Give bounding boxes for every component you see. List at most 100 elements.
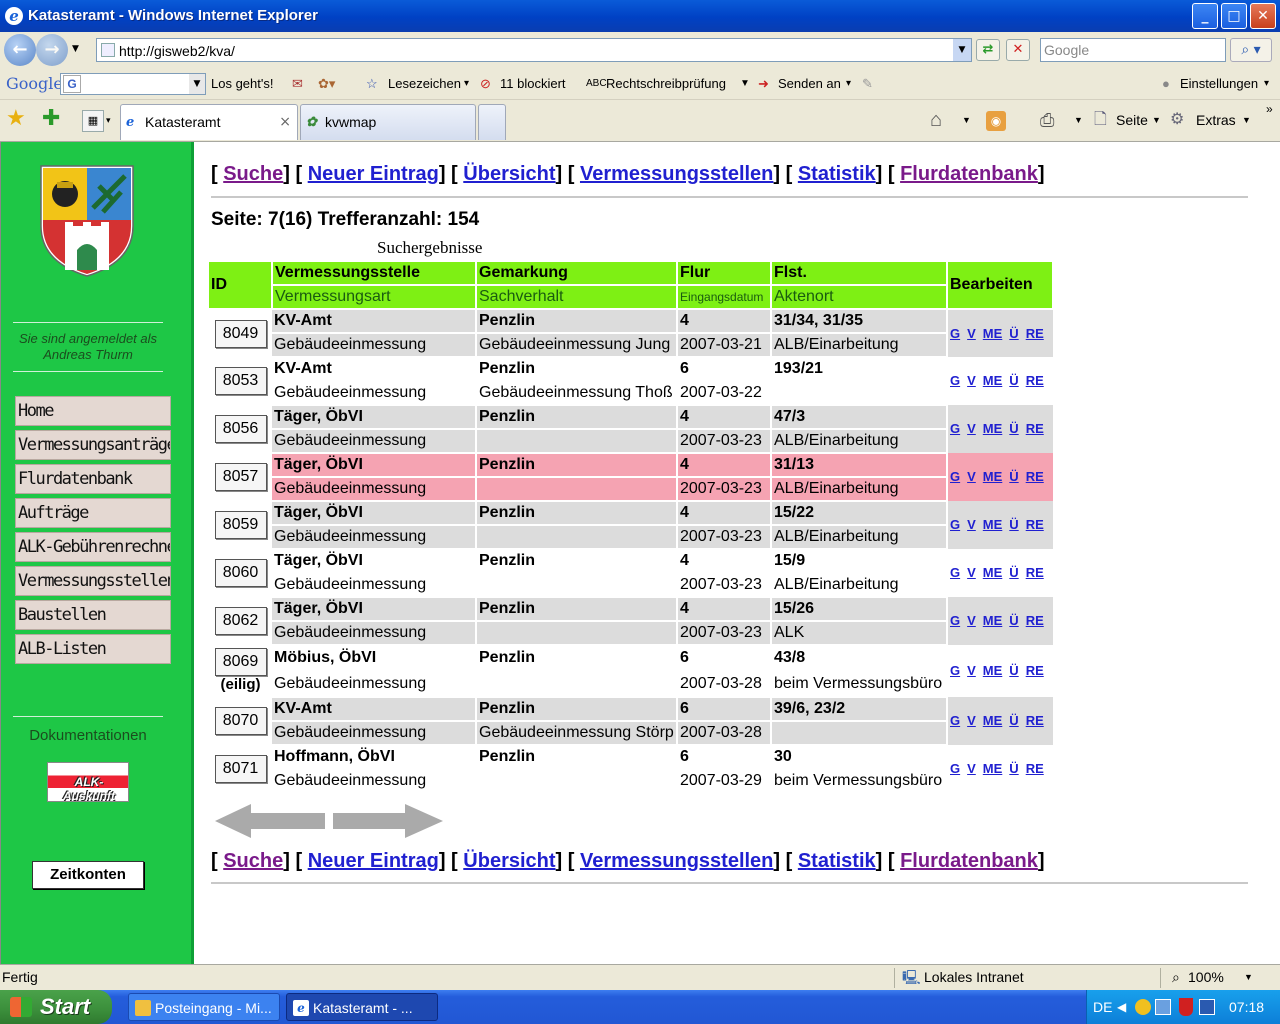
google-search-input[interactable]: G ▼	[60, 73, 206, 95]
edit-link-re[interactable]: RE	[1026, 663, 1044, 678]
spellcheck-dropdown-icon[interactable]: ▼	[740, 76, 750, 92]
news-icon[interactable]: ✉	[292, 76, 303, 92]
nav-flurdatenbank-bottom[interactable]: Flurdatenbank	[900, 850, 1038, 872]
print-dropdown-icon[interactable]: ▼	[1074, 111, 1083, 129]
edit-link-g[interactable]: G	[950, 761, 960, 776]
maximize-button[interactable]: □	[1221, 3, 1247, 29]
edit-link-me[interactable]: ME	[983, 713, 1003, 728]
send-menu[interactable]: Senden an	[778, 76, 841, 92]
edit-link-g[interactable]: G	[950, 713, 960, 728]
edit-link-me[interactable]: ME	[983, 421, 1003, 436]
close-tab-icon[interactable]: ×	[279, 105, 291, 139]
nav-flurdatenbank[interactable]: Flurdatenbank	[900, 163, 1038, 185]
forward-button[interactable]: →	[36, 34, 68, 66]
google-go-button[interactable]: Los geht's!	[211, 76, 273, 92]
edit-link-ue[interactable]: Ü	[1009, 613, 1018, 628]
chevron-right-icon[interactable]: »	[1266, 100, 1273, 118]
record-id-button[interactable]: 8057	[214, 463, 267, 491]
close-button[interactable]: ✕	[1250, 3, 1276, 29]
menu-vermessungsantraege[interactable]: Vermessungsanträge	[15, 430, 171, 460]
history-dropdown-icon[interactable]: ▼	[72, 42, 79, 56]
print-icon[interactable]: ⎙	[1040, 111, 1054, 129]
edit-link-ue[interactable]: Ü	[1009, 517, 1018, 532]
zoom-level[interactable]: 100%	[1188, 965, 1224, 989]
alk-auskunft-logo[interactable]: ALK-Auskunft	[47, 762, 129, 803]
tray-chevron-icon[interactable]: ◀	[1117, 990, 1126, 1024]
nav-suche[interactable]: Suche	[223, 163, 283, 185]
rss-icon[interactable]: ◉	[986, 111, 1006, 131]
monitor-icon[interactable]	[1199, 999, 1215, 1015]
stop-icon[interactable]: ✕	[1006, 39, 1030, 61]
tab-list-dropdown-icon[interactable]: ▾	[106, 114, 111, 128]
edit-link-v[interactable]: V	[967, 517, 976, 532]
edit-link-me[interactable]: ME	[983, 613, 1003, 628]
nav-statistik-bottom[interactable]: Statistik	[798, 850, 876, 872]
edit-link-ue[interactable]: Ü	[1009, 663, 1018, 678]
settings-menu[interactable]: Einstellungen	[1180, 76, 1258, 92]
edit-link-re[interactable]: RE	[1026, 326, 1044, 341]
nav-statistik[interactable]: Statistik	[798, 163, 876, 185]
edit-link-g[interactable]: G	[950, 326, 960, 341]
next-page-arrow-icon[interactable]	[333, 804, 443, 838]
menu-alb-listen[interactable]: ALB-Listen	[15, 634, 171, 664]
edit-link-ue[interactable]: Ü	[1009, 373, 1018, 388]
edit-link-re[interactable]: RE	[1026, 469, 1044, 484]
nav-suche-bottom[interactable]: Suche	[223, 850, 283, 872]
edit-link-re[interactable]: RE	[1026, 565, 1044, 580]
menu-vermessungsstellen[interactable]: Vermessungsstellen	[15, 566, 171, 596]
popup-blocked-count[interactable]: 11 blockiert	[500, 76, 566, 92]
edit-link-g[interactable]: G	[950, 373, 960, 388]
edit-link-v[interactable]: V	[967, 326, 976, 341]
edit-link-re[interactable]: RE	[1026, 421, 1044, 436]
extras-dropdown-icon[interactable]: ▼	[1242, 111, 1251, 129]
menu-flurdatenbank[interactable]: Flurdatenbank	[15, 464, 171, 494]
menu-auftraege[interactable]: Aufträge	[15, 498, 171, 528]
new-tab-button[interactable]	[478, 104, 506, 140]
record-id-button[interactable]: 8071	[214, 755, 267, 783]
language-indicator[interactable]: DE	[1093, 990, 1112, 1024]
puzzle-icon[interactable]: ✿▾	[318, 76, 335, 92]
nav-neuer-eintrag-bottom[interactable]: Neuer Eintrag	[308, 850, 439, 872]
edit-link-me[interactable]: ME	[983, 761, 1003, 776]
menu-home[interactable]: Home	[15, 396, 171, 426]
edit-link-v[interactable]: V	[967, 469, 976, 484]
record-id-button[interactable]: 8062	[214, 607, 267, 635]
menu-alk-gebuehrenrechner[interactable]: ALK-Gebührenrechner	[15, 532, 171, 562]
url-input[interactable]: http://gisweb2/kva/ ▼	[96, 38, 972, 62]
pencil-icon[interactable]: ✎	[862, 76, 873, 92]
search-icon[interactable]: ⌕ ▾	[1230, 38, 1272, 62]
home-dropdown-icon[interactable]: ▼	[962, 111, 971, 129]
extras-menu[interactable]: Extras	[1196, 111, 1236, 129]
bookmarks-dropdown-icon[interactable]: ▾	[464, 76, 469, 92]
edit-link-v[interactable]: V	[967, 713, 976, 728]
edit-link-me[interactable]: ME	[983, 517, 1003, 532]
edit-link-g[interactable]: G	[950, 565, 960, 580]
edit-link-ue[interactable]: Ü	[1009, 326, 1018, 341]
edit-link-ue[interactable]: Ü	[1009, 421, 1018, 436]
edit-link-ue[interactable]: Ü	[1009, 761, 1018, 776]
edit-link-v[interactable]: V	[967, 663, 976, 678]
record-id-button[interactable]: 8056	[214, 415, 267, 443]
taskbar-item-outlook[interactable]: Posteingang - Mi...	[128, 993, 280, 1021]
quick-tabs-icon[interactable]: ▦	[82, 110, 104, 132]
taskbar-item-ie[interactable]: e Katasteramt - ...	[286, 993, 438, 1021]
antivirus-icon[interactable]	[1179, 998, 1193, 1016]
record-id-button[interactable]: 8059	[214, 511, 267, 539]
edit-link-me[interactable]: ME	[983, 326, 1003, 341]
favorites-star-icon[interactable]: ★	[6, 108, 26, 130]
menu-baustellen[interactable]: Baustellen	[15, 600, 171, 630]
edit-link-me[interactable]: ME	[983, 469, 1003, 484]
page-menu[interactable]: Seite	[1116, 111, 1148, 129]
url-dropdown-icon[interactable]: ▼	[953, 39, 971, 61]
home-icon[interactable]: ⌂	[930, 110, 942, 130]
zoom-dropdown-icon[interactable]: ▼	[1244, 965, 1253, 989]
google-dropdown-icon[interactable]: ▼	[189, 74, 205, 94]
send-dropdown-icon[interactable]: ▾	[846, 76, 851, 92]
add-favorite-icon[interactable]: ✚	[42, 108, 60, 130]
edit-link-g[interactable]: G	[950, 469, 960, 484]
tray-clock-app-icon[interactable]	[1135, 999, 1151, 1015]
edit-link-v[interactable]: V	[967, 373, 976, 388]
edit-link-re[interactable]: RE	[1026, 373, 1044, 388]
edit-link-re[interactable]: RE	[1026, 713, 1044, 728]
network-icon[interactable]	[1155, 999, 1171, 1015]
